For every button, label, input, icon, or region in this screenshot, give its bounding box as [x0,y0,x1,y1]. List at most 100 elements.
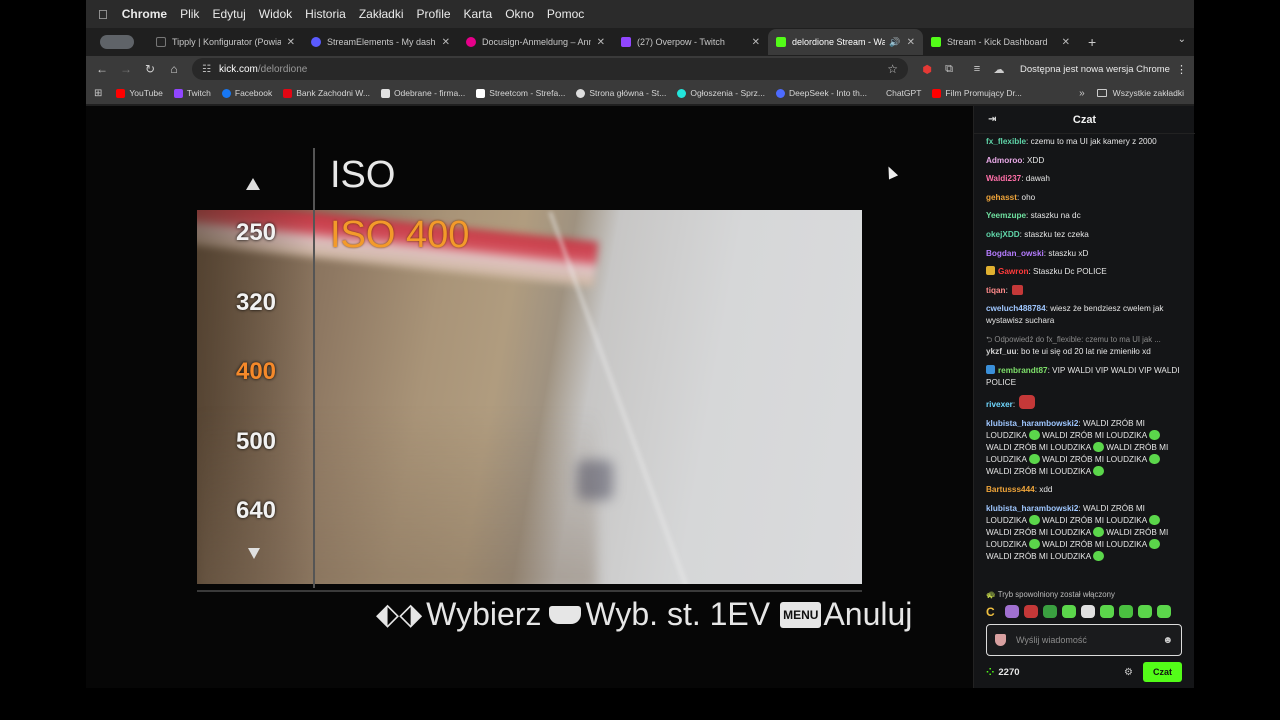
chat-username[interactable]: Waldi237 [986,174,1021,183]
menu-zakladki[interactable]: Zakładki [359,7,404,21]
apps-grid-icon[interactable]: ⊞ [94,88,102,99]
video-player[interactable]: ISO ISO 400 250 320 400 500 640 ⬖⬗ Wybie… [86,106,973,688]
chat-username[interactable]: fx_flexible [986,137,1026,146]
bookmark-twitch[interactable]: Twitch [173,88,211,98]
channel-points[interactable]: ⁘ 2270 [986,667,1020,678]
collapse-chat-icon[interactable]: ⇥ [988,114,996,125]
chat-username[interactable]: klubista_harambowski2 [986,504,1078,513]
extensions-puzzle-icon[interactable]: ⧉ [938,63,960,76]
close-icon[interactable]: ✕ [752,37,760,48]
close-icon[interactable]: ✕ [1062,37,1070,48]
bookmark-chatgpt[interactable]: ChatGPT [886,88,921,98]
bookmarks-overflow-chevron-icon[interactable]: » [1079,88,1085,99]
bookmark-youtube[interactable]: YouTube [116,88,163,98]
chat-username[interactable]: tiqan [986,286,1006,295]
back-arrow-icon[interactable]: ← [90,62,114,76]
home-icon[interactable]: ⌂ [162,62,186,76]
menu-widok[interactable]: Widok [259,7,292,21]
tab-kick-dashboard[interactable]: Stream - Kick Dashboard ✕ [923,29,1078,55]
chat-panel: ⇥ Czat fx_flexible: czemu to ma UI jak k… [973,106,1195,688]
new-tab-plus-icon[interactable]: + [1088,34,1096,50]
emote-icon[interactable] [1043,604,1057,618]
chat-username[interactable]: ykzf_uu [986,347,1016,356]
tab-kick-stream[interactable]: delordione Stream - Watc 🔊 ✕ [768,29,923,55]
chat-message: klubista_harambowski2: WALDI ZRÓB MI LOU… [986,418,1186,478]
emote-icon[interactable] [1081,604,1095,618]
profile-cloud-icon[interactable]: ☁ [988,63,1010,76]
chat-username[interactable]: klubista_harambowski2 [986,419,1078,428]
iso-current-value: ISO 400 [330,214,470,256]
tab-docusign[interactable]: Docusign-Anmeldung – Anm ✕ [458,29,613,55]
address-bar[interactable]: ☷ kick.com/delordione ☆ [192,58,908,80]
menu-historia[interactable]: Historia [305,7,346,21]
gear-icon[interactable]: ⚙ [1124,667,1133,678]
chat-message: Bogdan_owski: staszku xD [986,248,1186,260]
tab-tipply[interactable]: Tipply | Konfigurator (Powiad ✕ [148,29,303,55]
kebab-menu-icon[interactable]: ⋮ [1176,63,1187,76]
chat-username[interactable]: Yeemzupe [986,211,1026,220]
site-info-icon[interactable]: ☷ [202,64,211,75]
bookmark-facebook[interactable]: Facebook [221,88,272,98]
chat-username[interactable]: gehasst [986,193,1017,202]
media-controls-icon[interactable]: ≡ [966,63,988,75]
forward-arrow-icon[interactable]: → [114,62,138,76]
menu-okno[interactable]: Okno [505,7,534,21]
close-icon[interactable]: ✕ [442,37,450,48]
bookmark-gmail[interactable]: Odebrane - firma... [380,88,465,98]
emote-icon[interactable] [1062,604,1076,618]
emote-icon[interactable] [1024,604,1038,618]
chat-username[interactable]: Bartusss444 [986,485,1035,494]
emote-icon[interactable] [1005,604,1019,618]
chat-message-input[interactable] [1016,635,1163,645]
chat-username[interactable]: cweluch488784 [986,304,1046,313]
bookmark-star-icon[interactable]: ☆ [887,62,898,76]
bookmark-deepseek[interactable]: DeepSeek - Into th... [776,88,867,98]
bookmark-strona-glowna[interactable]: Strona główna - St... [576,88,666,98]
speaker-icon[interactable]: 🔊 [889,37,900,48]
tab-search-chevron-icon[interactable]: ⌄ [1178,34,1186,45]
chat-username[interactable]: rembrandt87 [998,366,1048,375]
menu-profile[interactable]: Profile [417,7,451,21]
emoji-picker-icon[interactable]: ☻ [1162,635,1173,646]
bookmark-bank[interactable]: Bank Zachodni W... [283,88,370,98]
tab-group-pill[interactable] [100,35,134,49]
tab-streamelements[interactable]: StreamElements - My dashb ✕ [303,29,458,55]
close-icon[interactable]: ✕ [597,37,605,48]
hint-step: Wyb. st. 1EV [585,596,771,632]
bookmark-film[interactable]: Film Promujący Dr... [932,88,1022,98]
menu-pomoc[interactable]: Pomoc [547,7,584,21]
close-icon[interactable]: ✕ [907,37,915,48]
iso-option: 500 [235,428,277,455]
slow-mode-text: Tryb spowolniony został włączony [997,590,1115,599]
chat-message: gehasst: oho [986,192,1186,204]
reply-reference[interactable]: ⮌ Odpowiedź do fx_flexible: czemu to ma … [986,334,1186,346]
chat-username[interactable]: Bogdan_owski [986,249,1044,258]
chat-username[interactable]: okejXDD [986,230,1020,239]
tab-twitch[interactable]: (27) Overpow - Twitch ✕ [613,29,768,55]
chat-username[interactable]: rivexer [986,400,1013,409]
menu-edytuj[interactable]: Edytuj [212,7,245,21]
menu-plik[interactable]: Plik [180,7,199,21]
menu-app-name[interactable]: Chrome [122,7,167,21]
emote-icon[interactable] [1100,604,1114,618]
chat-input-box[interactable]: ☻ [986,624,1182,656]
bookmark-ogloszenia[interactable]: Ogłoszenia - Sprz... [677,88,765,98]
emote-icon[interactable] [1157,604,1171,618]
reload-icon[interactable]: ↻ [138,62,162,76]
apple-icon[interactable]:  [98,7,108,22]
emote-icon[interactable] [1119,604,1133,618]
emote-icon [1149,514,1161,525]
bookmark-streetcom[interactable]: Streetcom - Strefa... [476,88,565,98]
chat-username[interactable]: Admoroo [986,156,1022,165]
url-host: kick.com [218,63,258,75]
facebook-icon [221,88,231,98]
chat-username[interactable]: Gawron [998,267,1028,276]
all-bookmarks-folder[interactable]: Wszystkie zakładki [1096,88,1184,98]
chrome-update-button[interactable]: Dostępna jest nowa wersja Chrome ⋮ [1014,59,1193,79]
emote-icon[interactable] [1138,604,1152,618]
menu-karta[interactable]: Karta [464,7,493,21]
emote-moon-icon[interactable]: C [986,605,1000,619]
extension-record-icon[interactable]: ⬢ [916,63,938,76]
send-chat-button[interactable]: Czat [1142,662,1182,682]
close-icon[interactable]: ✕ [287,37,295,48]
